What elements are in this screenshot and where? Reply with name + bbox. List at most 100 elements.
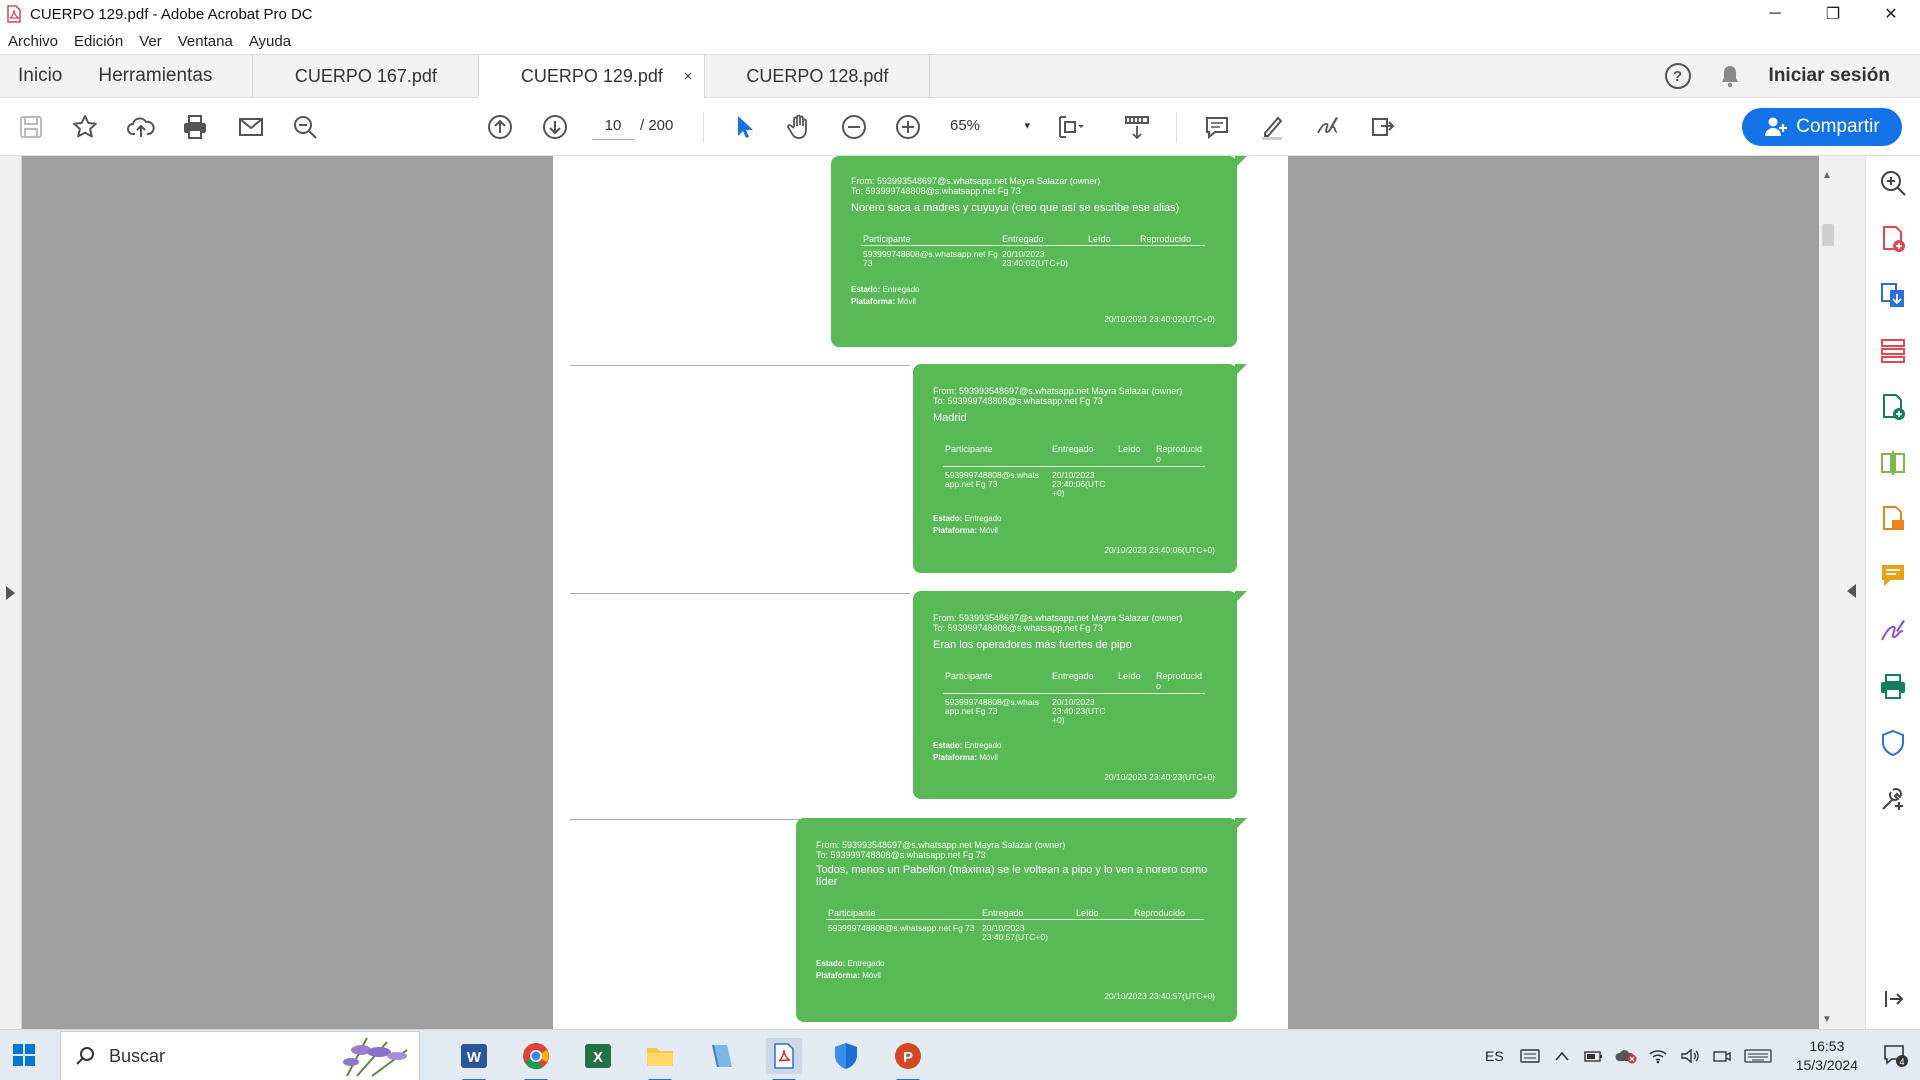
notification-center-icon[interactable]: 4 — [1882, 1042, 1908, 1068]
powerpoint-icon[interactable]: P — [890, 1038, 926, 1080]
scrollbar-thumb[interactable] — [1822, 224, 1834, 246]
close-window-button[interactable]: ✕ — [1862, 0, 1920, 28]
organize-pages-icon[interactable] — [1876, 334, 1910, 368]
scroll-up-icon[interactable]: ▲ — [1822, 170, 1832, 181]
hand-icon[interactable] — [782, 110, 816, 144]
battery-icon[interactable] — [1583, 1045, 1605, 1067]
left-panel-toggle[interactable] — [0, 156, 22, 1029]
select-cursor-icon[interactable] — [727, 110, 761, 144]
comment-icon[interactable] — [1200, 110, 1234, 144]
volume-icon[interactable] — [1679, 1045, 1701, 1067]
defender-icon[interactable] — [828, 1038, 864, 1074]
taskbar: Buscar W X P ES 16:53 15/3/2024 4 — [0, 1029, 1920, 1080]
message-timestamp: 20/10/2023 23:40:57(UTC+0) — [1104, 991, 1215, 1001]
col-leido: Leído — [1118, 444, 1141, 454]
pdf-page: From: 593993548697@s.whatsapp.net Mayra … — [553, 156, 1288, 1029]
collapse-panel-icon[interactable] — [1876, 982, 1910, 1016]
mail-icon[interactable] — [234, 110, 268, 144]
tab-inicio[interactable]: Inicio — [0, 55, 80, 97]
menu-ayuda[interactable]: Ayuda — [249, 33, 291, 50]
star-icon[interactable] — [68, 110, 102, 144]
windows-start-icon[interactable] — [12, 1043, 36, 1067]
create-pdf-icon[interactable] — [1876, 222, 1910, 256]
clock[interactable]: 16:53 15/3/2024 — [1796, 1037, 1858, 1075]
compare-files-icon[interactable] — [1876, 446, 1910, 480]
tab-label: CUERPO 129.pdf — [520, 65, 663, 86]
fill-sign-icon[interactable] — [1876, 502, 1910, 536]
comment-tool-icon[interactable] — [1876, 558, 1910, 592]
page-down-icon[interactable] — [538, 110, 572, 144]
menu-ver[interactable]: Ver — [139, 33, 162, 50]
protect-icon[interactable] — [1876, 726, 1910, 760]
col-entregado: Entregado — [982, 908, 1024, 918]
scroll-mode-icon[interactable] — [1120, 110, 1154, 144]
bubble-tail — [1235, 364, 1247, 376]
chrome-icon[interactable] — [518, 1038, 554, 1080]
acrobat-icon[interactable] — [766, 1038, 802, 1080]
export-pdf-icon[interactable] — [1876, 278, 1910, 312]
notepad-icon[interactable] — [704, 1038, 740, 1074]
table-row: 593999748808@s.whats app.net Fg 73 20/10… — [945, 471, 1110, 498]
keyboard-layout-icon[interactable] — [1519, 1045, 1541, 1067]
wifi-icon[interactable] — [1647, 1045, 1669, 1067]
taskbar-search[interactable]: Buscar — [60, 1031, 420, 1080]
scroll-down-icon[interactable]: ▼ — [1822, 1014, 1832, 1025]
request-signature-icon[interactable] — [1876, 614, 1910, 648]
upload-icon[interactable] — [124, 110, 158, 144]
language-indicator[interactable]: ES — [1485, 1048, 1504, 1064]
close-tab-button[interactable]: × — [684, 68, 693, 85]
zoom-search-icon[interactable] — [1876, 166, 1910, 200]
tab-cuerpo-167[interactable]: CUERPO 167.pdf — [252, 55, 478, 97]
page-number-input[interactable]: 10 — [592, 112, 634, 140]
page-total: / 200 — [640, 117, 674, 134]
document-canvas[interactable]: From: 593993548697@s.whatsapp.net Mayra … — [22, 156, 1819, 1029]
print-production-icon[interactable] — [1876, 670, 1910, 704]
excel-icon[interactable]: X — [580, 1038, 616, 1074]
restore-button[interactable]: ❐ — [1804, 0, 1862, 28]
customize-tools-icon[interactable] — [1876, 782, 1910, 816]
zoom-out-icon[interactable] — [837, 110, 871, 144]
help-icon[interactable]: ? — [1664, 63, 1691, 89]
bubble-tail — [1235, 818, 1247, 830]
minimize-button[interactable]: ─ — [1746, 0, 1804, 28]
page-up-icon[interactable] — [483, 110, 517, 144]
signin-button[interactable]: Iniciar sesión — [1769, 65, 1890, 87]
fit-page-icon[interactable] — [1053, 110, 1087, 144]
chevron-up-icon[interactable] — [1551, 1045, 1573, 1067]
menu-bar: Archivo Edición Ver Ventana Ayuda — [0, 28, 1920, 54]
col-participante: Participante — [828, 908, 876, 918]
save-icon[interactable] — [14, 110, 48, 144]
chevron-down-icon: ▾ — [1024, 120, 1030, 132]
zoom-select[interactable]: 65% ▾ — [950, 112, 1030, 140]
col-reproducido: Reproducid o — [1156, 671, 1203, 691]
estado-label: Estado: — [933, 514, 963, 523]
menu-edicion[interactable]: Edición — [74, 33, 123, 50]
bubble-tail — [1235, 156, 1247, 168]
touch-keyboard-icon[interactable] — [1743, 1045, 1773, 1067]
vertical-scrollbar[interactable]: ▲ ▼ — [1819, 156, 1837, 1029]
more-tools-icon[interactable] — [1366, 110, 1400, 144]
file-explorer-icon[interactable] — [642, 1038, 678, 1080]
onedrive-error-icon[interactable] — [1615, 1045, 1637, 1067]
tab-cuerpo-129[interactable]: CUERPO 129.pdf × — [478, 55, 705, 98]
menu-ventana[interactable]: Ventana — [178, 33, 233, 50]
estado-label: Estado: — [851, 285, 881, 294]
edit-pdf-icon[interactable] — [1876, 390, 1910, 424]
camera-icon[interactable] — [1711, 1045, 1733, 1067]
share-button[interactable]: Compartir — [1742, 108, 1902, 146]
zoom-in-icon[interactable] — [891, 110, 925, 144]
tab-cuerpo-128[interactable]: CUERPO 128.pdf — [704, 55, 931, 97]
col-entregado: Entregado — [1052, 671, 1094, 681]
menu-archivo[interactable]: Archivo — [8, 33, 58, 50]
add-user-icon — [1765, 117, 1788, 136]
highlight-icon[interactable] — [1255, 110, 1289, 144]
print-icon[interactable] — [178, 110, 212, 144]
collapse-right-panel-icon[interactable] — [1847, 584, 1856, 598]
word-icon[interactable]: W — [456, 1038, 492, 1080]
search-zoom-icon[interactable] — [288, 110, 322, 144]
message-timestamp: 20/10/2023 23:40:23(UTC+0) — [1104, 772, 1215, 782]
tab-herramientas[interactable]: Herramientas — [80, 55, 252, 97]
right-tools-panel — [1865, 156, 1920, 1029]
sign-icon[interactable] — [1310, 110, 1344, 144]
bell-icon[interactable] — [1719, 64, 1741, 88]
